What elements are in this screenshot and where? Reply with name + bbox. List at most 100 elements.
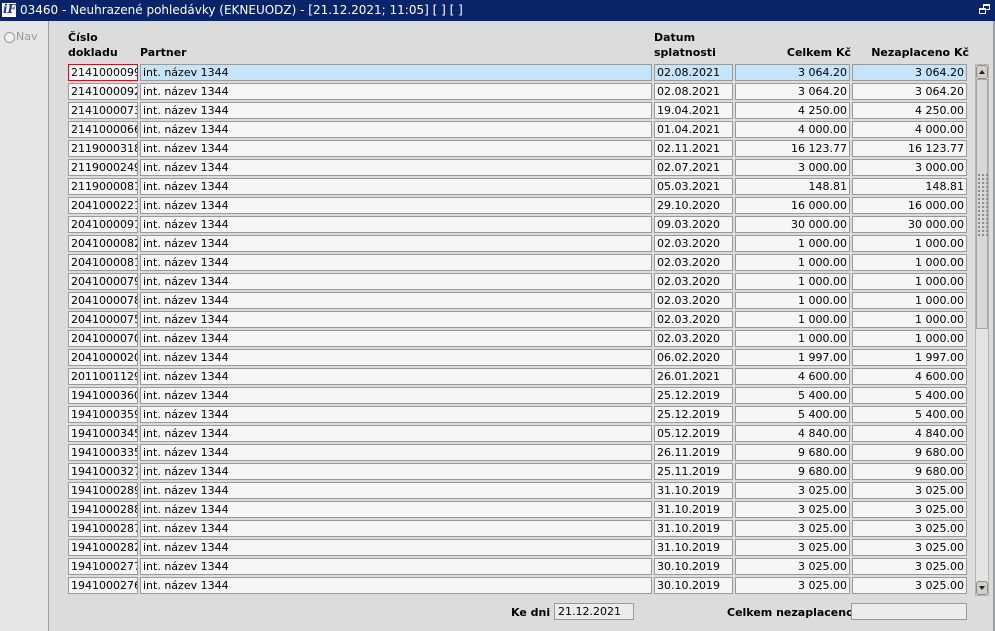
cell-celkem[interactable]: 5 400.00 [735, 406, 850, 423]
cell-datum[interactable]: 02.07.2021 [654, 159, 733, 176]
cell-datum[interactable]: 19.04.2021 [654, 102, 733, 119]
cell-cislo[interactable]: 2041000075 [68, 311, 138, 328]
cell-partner[interactable]: int. název 1344 [140, 254, 652, 271]
cell-partner[interactable]: int. název 1344 [140, 520, 652, 537]
cell-nezaplaceno[interactable]: 148.81 [852, 178, 967, 195]
cell-datum[interactable]: 31.10.2019 [654, 520, 733, 537]
cell-datum[interactable]: 26.01.2021 [654, 368, 733, 385]
cell-cislo[interactable]: 2041000079 [68, 273, 138, 290]
cell-partner[interactable]: int. název 1344 [140, 444, 652, 461]
cell-cislo[interactable]: 2119000249 [68, 159, 138, 176]
cell-nezaplaceno[interactable]: 9 680.00 [852, 444, 967, 461]
cell-nezaplaceno[interactable]: 5 400.00 [852, 387, 967, 404]
cell-cislo[interactable]: 1941000277 [68, 558, 138, 575]
cell-cislo[interactable]: 2041000078 [68, 292, 138, 309]
cell-cislo[interactable]: 2141000066 [68, 121, 138, 138]
cell-partner[interactable]: int. název 1344 [140, 235, 652, 252]
cell-cislo[interactable]: 2119000318 [68, 140, 138, 157]
cell-cislo[interactable]: 1941000345 [68, 425, 138, 442]
cell-celkem[interactable]: 1 997.00 [735, 349, 850, 366]
cell-celkem[interactable]: 3 025.00 [735, 501, 850, 518]
vertical-scrollbar[interactable] [975, 64, 989, 596]
cell-nezaplaceno[interactable]: 16 000.00 [852, 197, 967, 214]
cell-partner[interactable]: int. název 1344 [140, 273, 652, 290]
cell-nezaplaceno[interactable]: 5 400.00 [852, 406, 967, 423]
cell-nezaplaceno[interactable]: 3 025.00 [852, 558, 967, 575]
cell-partner[interactable]: int. název 1344 [140, 577, 652, 594]
cell-nezaplaceno[interactable]: 4 000.00 [852, 121, 967, 138]
cell-celkem[interactable]: 1 000.00 [735, 330, 850, 347]
cell-celkem[interactable]: 1 000.00 [735, 292, 850, 309]
celkem-nezaplaceno-field[interactable] [851, 603, 967, 620]
cell-cislo[interactable]: 1941000360 [68, 387, 138, 404]
cell-nezaplaceno[interactable]: 3 025.00 [852, 482, 967, 499]
cell-datum[interactable]: 02.03.2020 [654, 273, 733, 290]
cell-cislo[interactable]: 2041000020 [68, 349, 138, 366]
cell-datum[interactable]: 02.03.2020 [654, 330, 733, 347]
cell-celkem[interactable]: 148.81 [735, 178, 850, 195]
cell-nezaplaceno[interactable]: 4 250.00 [852, 102, 967, 119]
cell-partner[interactable]: int. název 1344 [140, 178, 652, 195]
cell-partner[interactable]: int. název 1344 [140, 368, 652, 385]
cell-nezaplaceno[interactable]: 3 025.00 [852, 520, 967, 537]
cell-nezaplaceno[interactable]: 30 000.00 [852, 216, 967, 233]
cell-nezaplaceno[interactable]: 1 000.00 [852, 292, 967, 309]
cell-nezaplaceno[interactable]: 4 840.00 [852, 425, 967, 442]
cell-celkem[interactable]: 3 025.00 [735, 539, 850, 556]
cell-nezaplaceno[interactable]: 3 025.00 [852, 577, 967, 594]
cell-datum[interactable]: 26.11.2019 [654, 444, 733, 461]
cell-celkem[interactable]: 3 064.20 [735, 64, 850, 81]
cell-celkem[interactable]: 3 064.20 [735, 83, 850, 100]
cell-datum[interactable]: 02.11.2021 [654, 140, 733, 157]
cell-partner[interactable]: int. název 1344 [140, 463, 652, 480]
cell-celkem[interactable]: 1 000.00 [735, 273, 850, 290]
cell-celkem[interactable]: 4 000.00 [735, 121, 850, 138]
cell-cislo[interactable]: 2011001129 [68, 368, 138, 385]
cell-cislo[interactable]: 2119000081 [68, 178, 138, 195]
cell-celkem[interactable]: 4 840.00 [735, 425, 850, 442]
cell-cislo[interactable]: 1941000289 [68, 482, 138, 499]
cell-celkem[interactable]: 3 025.00 [735, 482, 850, 499]
cell-celkem[interactable]: 3 000.00 [735, 159, 850, 176]
cell-datum[interactable]: 25.11.2019 [654, 463, 733, 480]
cell-partner[interactable]: int. název 1344 [140, 121, 652, 138]
cell-datum[interactable]: 02.03.2020 [654, 235, 733, 252]
cell-partner[interactable]: int. název 1344 [140, 482, 652, 499]
cell-partner[interactable]: int. název 1344 [140, 216, 652, 233]
cell-celkem[interactable]: 4 600.00 [735, 368, 850, 385]
cell-partner[interactable]: int. název 1344 [140, 539, 652, 556]
cell-datum[interactable]: 30.10.2019 [654, 558, 733, 575]
cell-datum[interactable]: 02.03.2020 [654, 254, 733, 271]
cell-partner[interactable]: int. název 1344 [140, 292, 652, 309]
cell-nezaplaceno[interactable]: 3 064.20 [852, 64, 967, 81]
cell-datum[interactable]: 02.03.2020 [654, 292, 733, 309]
cell-cislo[interactable]: 2041000221 [68, 197, 138, 214]
cell-cislo[interactable]: 2141000092 [68, 83, 138, 100]
cell-nezaplaceno[interactable]: 1 000.00 [852, 235, 967, 252]
cell-cislo[interactable]: 1941000282 [68, 539, 138, 556]
cell-nezaplaceno[interactable]: 1 000.00 [852, 330, 967, 347]
cell-nezaplaceno[interactable]: 3 000.00 [852, 159, 967, 176]
cell-nezaplaceno[interactable]: 3 025.00 [852, 501, 967, 518]
cell-partner[interactable]: int. název 1344 [140, 83, 652, 100]
cell-cislo[interactable]: 2041000091 [68, 216, 138, 233]
cell-celkem[interactable]: 9 680.00 [735, 444, 850, 461]
cell-datum[interactable]: 09.03.2020 [654, 216, 733, 233]
cell-celkem[interactable]: 1 000.00 [735, 254, 850, 271]
cell-nezaplaceno[interactable]: 4 600.00 [852, 368, 967, 385]
cell-partner[interactable]: int. název 1344 [140, 406, 652, 423]
cell-nezaplaceno[interactable]: 16 123.77 [852, 140, 967, 157]
scroll-up-icon[interactable] [976, 65, 988, 79]
cell-datum[interactable]: 05.12.2019 [654, 425, 733, 442]
cell-partner[interactable]: int. název 1344 [140, 501, 652, 518]
cell-celkem[interactable]: 1 000.00 [735, 235, 850, 252]
cell-celkem[interactable]: 5 400.00 [735, 387, 850, 404]
cell-nezaplaceno[interactable]: 9 680.00 [852, 463, 967, 480]
cell-cislo[interactable]: 1941000288 [68, 501, 138, 518]
cell-datum[interactable]: 31.10.2019 [654, 482, 733, 499]
cell-partner[interactable]: int. název 1344 [140, 140, 652, 157]
cell-partner[interactable]: int. název 1344 [140, 387, 652, 404]
cell-celkem[interactable]: 3 025.00 [735, 577, 850, 594]
cell-partner[interactable]: int. název 1344 [140, 159, 652, 176]
cell-partner[interactable]: int. název 1344 [140, 311, 652, 328]
